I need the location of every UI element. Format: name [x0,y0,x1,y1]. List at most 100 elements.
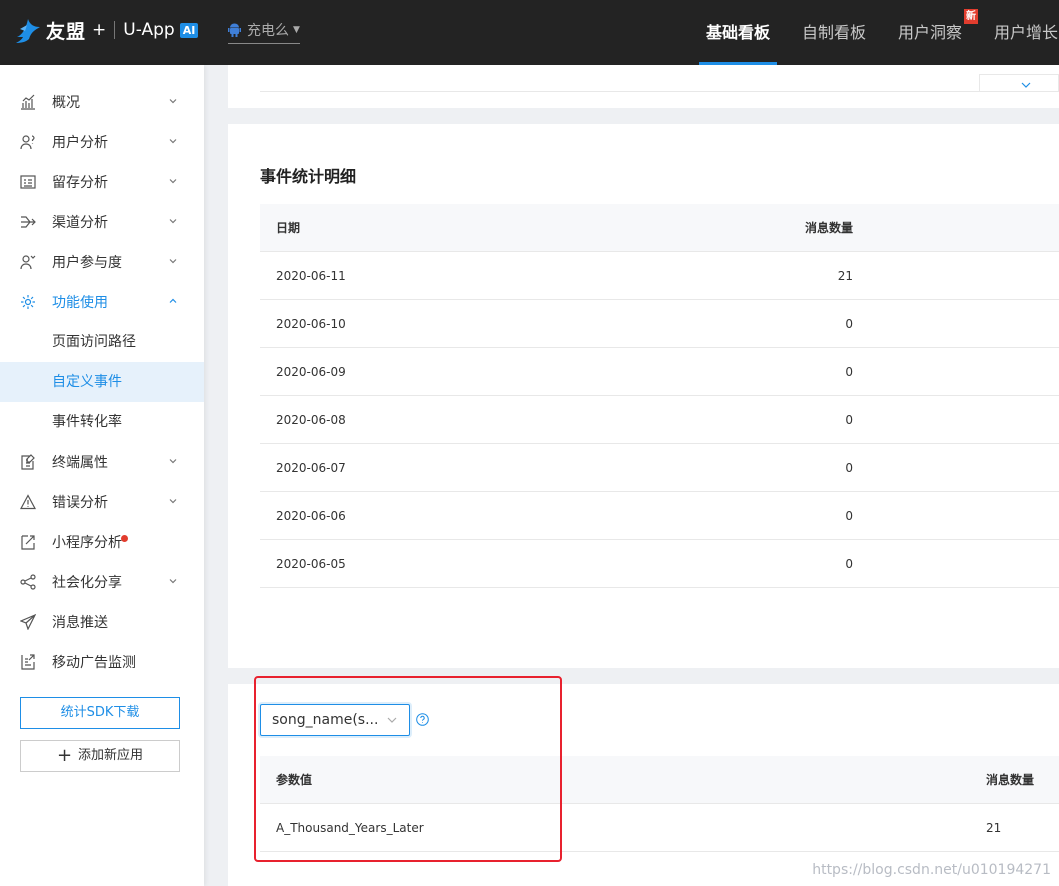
sidebar-item-label: 用户参与度 [52,255,122,271]
channel-icon [21,216,36,228]
tab-label: 用户增长 [994,23,1059,42]
cell-count: 0 [845,508,853,523]
sidebar-subitem-label: 事件转化率 [52,414,122,430]
engagement-icon [20,255,36,270]
sidebar-item-label: 消息推送 [52,615,108,631]
ad-monitor-icon [21,654,35,670]
chevron-down-icon [169,499,177,504]
top-nav: 基础看板 自制看板 用户洞察 新 用户增长 新 [690,0,1059,65]
watermark: https://blog.csdn.net/u010194271 [812,862,1051,878]
sidebar-item-channel[interactable]: 渠道分析 [0,202,204,242]
retention-icon [20,175,36,189]
brand-plus: + [92,20,107,40]
new-badge: 新 [964,9,979,24]
sidebar-item-user-analysis[interactable]: 用户分析 [0,122,204,162]
expand-toggle[interactable] [979,74,1059,91]
chevron-down-icon [1021,82,1031,88]
tab-user-growth[interactable]: 用户增长 新 [978,0,1059,65]
cell-count: 0 [845,316,853,331]
sidebar-item-social-share[interactable]: 社会化分享 [0,562,204,602]
sidebar-item-miniprogram[interactable]: 小程序分析 [0,522,204,562]
miniprogram-icon [21,535,35,550]
share-icon [20,574,36,590]
cell-count: 0 [845,460,853,475]
sidebar-item-label: 终端属性 [52,455,108,471]
chevron-down-icon [169,99,177,104]
sidebar-item-error-analysis[interactable]: 错误分析 [0,482,204,522]
top-bar: 友盟 + U-App AI 充电么 ▼ 基础看板 自制看板 用户洞察 新 用户增… [0,0,1059,65]
chevron-up-icon [169,298,177,303]
chevron-down-icon [169,219,177,224]
tab-label: 基础看板 [706,23,771,42]
sidebar-item-device-attr[interactable]: 终端属性 [0,442,204,482]
cell-date: 2020-06-11 [276,268,346,283]
cell-date: 2020-06-08 [276,412,346,427]
brand-separator [114,21,116,39]
sidebar-item-retention[interactable]: 留存分析 [0,162,204,202]
sidebar-item-overview[interactable]: 概况 [0,82,204,122]
table-row: 2020-06-08 0 [260,396,1059,444]
table-row: 2020-06-10 0 [260,300,1059,348]
chevron-down-icon [169,139,177,144]
tab-basic-dashboard[interactable]: 基础看板 [690,0,786,65]
divider [260,91,1059,92]
notification-dot [121,535,128,542]
cell-count: 21 [837,268,853,283]
sidebar-item-push[interactable]: 消息推送 [0,602,204,642]
cell-date: 2020-06-06 [276,508,346,523]
add-app-button[interactable]: + 添加新应用 [20,740,180,772]
sidebar-item-label: 用户分析 [52,135,108,151]
ai-badge: AI [179,22,199,38]
table-header: 日期 消息数量 [260,204,1059,252]
sidebar-subitem-label: 自定义事件 [52,374,122,390]
table-row: 2020-06-07 0 [260,444,1059,492]
brand-name: 友盟 [46,20,87,43]
chevron-down-icon [169,579,177,584]
column-header-count[interactable]: 消息数量 [620,219,853,236]
table-row: 2020-06-05 0 [260,540,1059,588]
product-name: U-App [123,20,175,40]
sidebar-item-feature-usage[interactable]: 功能使用 [0,282,204,322]
section-title: 事件统计明细 [260,167,357,186]
sidebar-subitem-page-path[interactable]: 页面访问路径 [0,322,204,362]
chevron-down-icon [169,459,177,464]
sidebar-item-engagement[interactable]: 用户参与度 [0,242,204,282]
chevron-down-icon [169,179,177,184]
event-detail-table: 日期 消息数量 2020-06-11 21 2020-06-10 0 2020-… [260,204,1059,588]
sidebar-item-ad-monitor[interactable]: 移动广告监测 [0,642,204,682]
overview-chart-icon [21,94,35,110]
sidebar-subitem-custom-event[interactable]: 自定义事件 [0,362,204,402]
app-name: 充电么 [247,23,289,39]
cell-date: 2020-06-10 [276,316,346,331]
app-selector[interactable]: 充电么 ▼ [228,20,300,44]
cell-date: 2020-06-07 [276,460,346,475]
tab-user-insight[interactable]: 用户洞察 新 [882,0,979,65]
cell-count: 0 [845,556,853,571]
tab-label: 用户洞察 [898,23,963,42]
sidebar-item-label: 留存分析 [52,175,108,191]
tab-custom-dashboard[interactable]: 自制看板 [786,0,882,65]
warning-icon [20,494,36,510]
send-icon [20,614,36,630]
caret-down-icon: ▼ [293,25,300,35]
sidebar-subitem-label: 页面访问路径 [52,334,136,350]
plus-icon: + [56,745,73,766]
sidebar-item-label: 移动广告监测 [52,655,136,671]
column-header-count[interactable]: 消息数量 [986,771,1034,788]
previous-card [228,65,1059,108]
sidebar-item-label: 概况 [52,95,80,111]
cell-count: 0 [845,412,853,427]
column-header-date[interactable]: 日期 [260,219,620,236]
umeng-bird-icon [16,19,40,43]
sidebar-item-label: 社会化分享 [52,575,122,591]
cell-count: 0 [845,364,853,379]
sidebar-item-label: 渠道分析 [52,215,108,231]
event-detail-card: 事件统计明细 日期 消息数量 2020-06-11 21 2020-06-10 … [228,124,1059,668]
table-row: 2020-06-09 0 [260,348,1059,396]
table-row: 2020-06-06 0 [260,492,1059,540]
sidebar-subitem-event-conversion[interactable]: 事件转化率 [0,402,204,442]
sdk-download-button[interactable]: 统计SDK下载 [20,697,180,729]
brand-logo[interactable]: 友盟 + U-App AI [14,14,199,46]
sidebar-item-label: 错误分析 [52,495,108,511]
cell-count: 21 [986,820,1002,835]
